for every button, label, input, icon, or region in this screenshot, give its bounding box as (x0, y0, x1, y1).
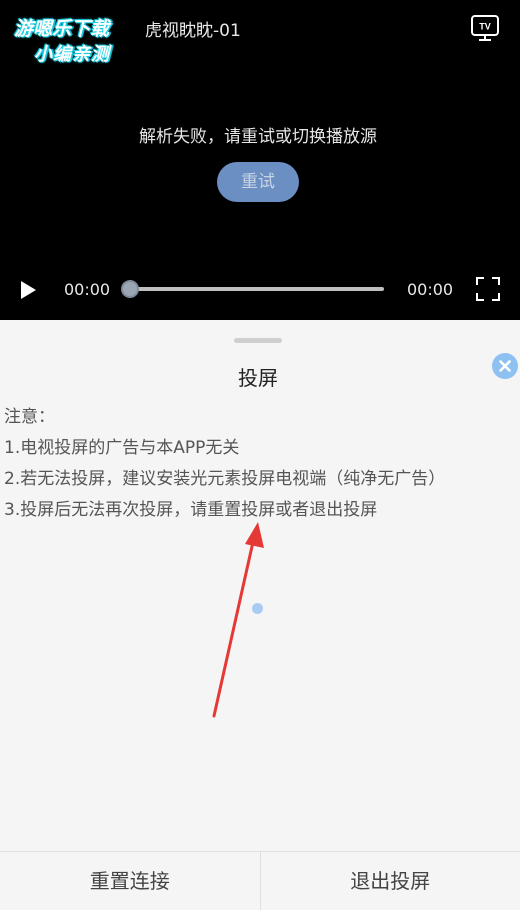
tv-cast-button[interactable]: TV (470, 13, 500, 43)
close-icon (499, 360, 511, 372)
cast-sheet: 投屏 注意： 1.电视投屏的广告与本APP无关 2.若无法投屏，建议安装光元素投… (0, 320, 520, 910)
seek-bar[interactable] (130, 287, 384, 291)
notice-text: 注意： 1.电视投屏的广告与本APP无关 2.若无法投屏，建议安装光元素投屏电视… (4, 402, 445, 526)
notice-line: 1.电视投屏的广告与本APP无关 (4, 438, 240, 458)
current-time: 00:00 (64, 280, 111, 299)
play-button[interactable] (16, 278, 40, 302)
tv-icon-label: TV (479, 22, 491, 32)
retry-button[interactable]: 重试 (217, 162, 299, 202)
drag-handle[interactable] (234, 338, 282, 343)
bottom-action-bar: 重置连接 退出投屏 (0, 851, 520, 910)
loading-indicator (252, 603, 263, 614)
error-message: 解析失败，请重试或切换播放源 (139, 127, 377, 147)
notice-line: 3.投屏后无法再次投屏，请重置投屏或者退出投屏 (4, 500, 378, 520)
notice-line: 2.若无法投屏，建议安装光元素投屏电视端（纯净无广告） (4, 469, 446, 489)
notice-heading: 注意： (4, 407, 55, 427)
watermark-line2: 小编亲测 (34, 44, 110, 65)
video-player[interactable]: 游嗯乐下载 小编亲测 虎视眈眈-01 TV 解析失败，请重试或切换播放源 重试 … (0, 0, 520, 320)
tv-icon: TV (471, 15, 499, 41)
watermark-line1: 游嗯乐下载 (14, 18, 110, 40)
video-title: 虎视眈眈-01 (145, 21, 241, 41)
total-time: 00:00 (407, 280, 454, 299)
close-button[interactable] (492, 353, 518, 379)
seek-thumb[interactable] (121, 280, 139, 298)
sheet-title: 投屏 (238, 366, 278, 390)
reset-connection-button[interactable]: 重置连接 (0, 852, 260, 910)
watermark-logo: 游嗯乐下载 小编亲测 (8, 10, 148, 66)
fullscreen-button[interactable] (475, 276, 501, 302)
fullscreen-icon (476, 277, 500, 301)
play-icon (21, 281, 36, 299)
exit-cast-button[interactable]: 退出投屏 (261, 852, 520, 910)
